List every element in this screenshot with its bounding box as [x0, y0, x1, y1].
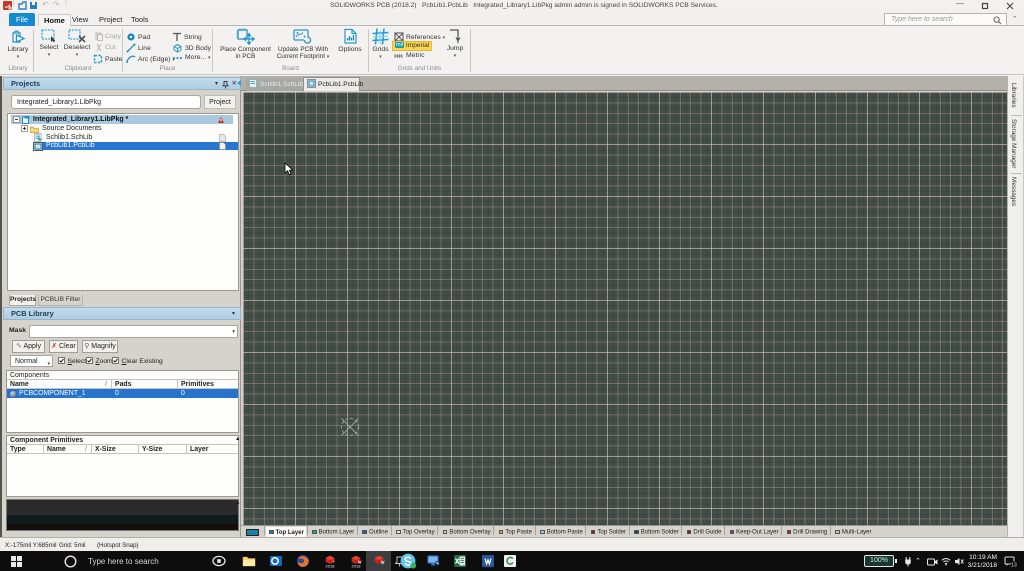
svg-text:2018: 2018 [352, 564, 362, 568]
svg-text:2018: 2018 [326, 564, 336, 568]
svg-text:13: 13 [1011, 562, 1017, 568]
